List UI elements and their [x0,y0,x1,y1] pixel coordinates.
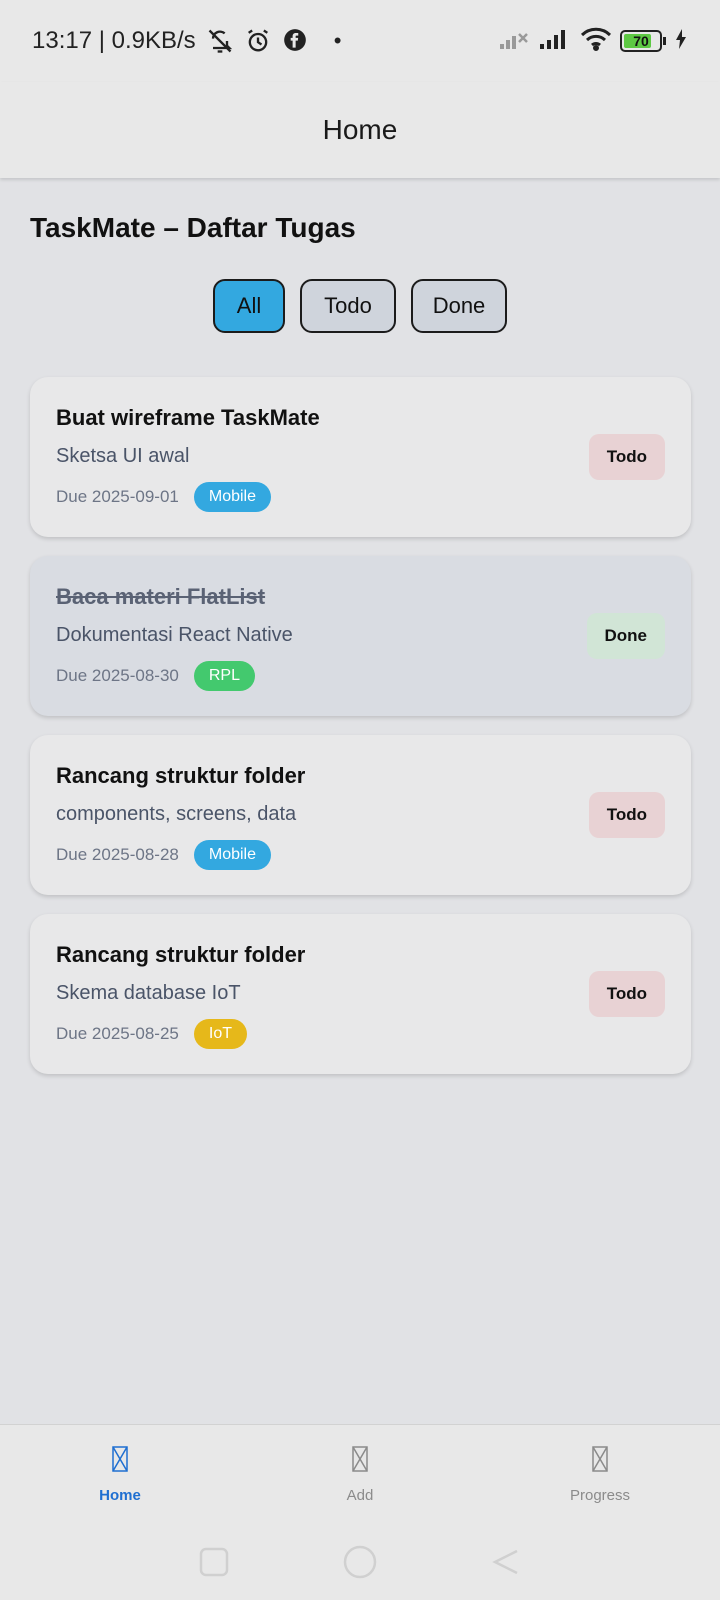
task-title: Rancang struktur folder [56,942,306,967]
task-card[interactable]: Rancang struktur folder components, scre… [30,735,691,895]
status-time-speed: 13:17 | 0.9KB/s [32,27,196,54]
task-status-button[interactable]: Done [586,613,665,659]
task-due-date: Due 2025-08-28 [56,845,179,864]
system-nav-bar [0,1524,720,1600]
task-meta: Due 2025-09-01 Mobile [56,482,665,512]
task-card[interactable]: Rancang struktur folder Skema database I… [30,914,691,1074]
task-description: components, screens, data [56,803,297,825]
nav-item-home[interactable]: Home [0,1425,240,1524]
task-title: Rancang struktur folder [56,763,306,788]
notification-dot: • [333,28,342,53]
task-tag: IoT [193,1019,247,1049]
signal-icon [540,28,572,55]
task-status-button[interactable]: Todo [588,971,665,1017]
task-tag: RPL [193,661,255,691]
task-description: Sketsa UI awal [56,445,190,467]
status-left: 13:17 | 0.9KB/s • [32,27,341,55]
bottom-nav: Home Add Progress [0,1424,720,1524]
nav-label-home: Home [99,1486,141,1504]
task-due-date: Due 2025-08-25 [56,1024,179,1043]
filter-all-button[interactable]: All [213,279,285,333]
nav-label-progress: Progress [569,1486,631,1504]
page-title: TaskMate – Daftar Tugas [30,212,356,243]
filter-bar: All Todo Done [0,279,720,333]
battery-icon: 70 [620,30,666,52]
header-title: Home [322,114,398,145]
task-meta: Due 2025-08-30 RPL [56,661,665,691]
task-card[interactable]: Baca materi FlatList Dokumentasi React N… [30,556,691,716]
nav-item-add[interactable]: Add [240,1425,480,1524]
signal-off-icon [500,28,532,55]
status-bar: 13:17 | 0.9KB/s • 70 [0,0,720,82]
task-meta: Due 2025-08-28 Mobile [56,840,665,870]
placeholder-glyph-icon [352,1445,368,1479]
nav-label-add: Add [346,1486,374,1504]
task-title: Baca materi FlatList [56,584,266,609]
task-status-button[interactable]: Todo [588,792,665,838]
charging-icon [674,28,688,55]
task-description: Skema database IoT [56,982,241,1004]
task-list: Buat wireframe TaskMate Sketsa UI awal D… [30,377,691,1093]
task-due-date: Due 2025-09-01 [56,487,179,506]
filter-todo-button[interactable]: Todo [300,279,396,333]
nav-item-progress[interactable]: Progress [480,1425,720,1524]
task-tag: Mobile [193,840,272,870]
recents-button[interactable] [196,1544,232,1580]
app-header: Home [0,82,720,178]
task-meta: Due 2025-08-25 IoT [56,1019,665,1049]
task-title: Buat wireframe TaskMate [56,405,320,430]
placeholder-glyph-icon [112,1445,128,1479]
task-card[interactable]: Buat wireframe TaskMate Sketsa UI awal D… [30,377,691,537]
alarm-icon [244,27,272,55]
task-due-date: Due 2025-08-30 [56,666,179,685]
filter-done-button[interactable]: Done [411,279,507,333]
bell-off-icon [206,27,234,55]
home-system-button[interactable] [342,1544,378,1580]
facebook-icon [282,27,310,55]
status-right: 70 [500,27,688,56]
wifi-icon [580,27,612,56]
back-button[interactable] [488,1544,524,1580]
task-status-button[interactable]: Todo [588,434,665,480]
task-tag: Mobile [193,482,272,512]
battery-level: 70 [633,33,649,49]
placeholder-glyph-icon [592,1445,608,1479]
task-description: Dokumentasi React Native [56,624,293,646]
